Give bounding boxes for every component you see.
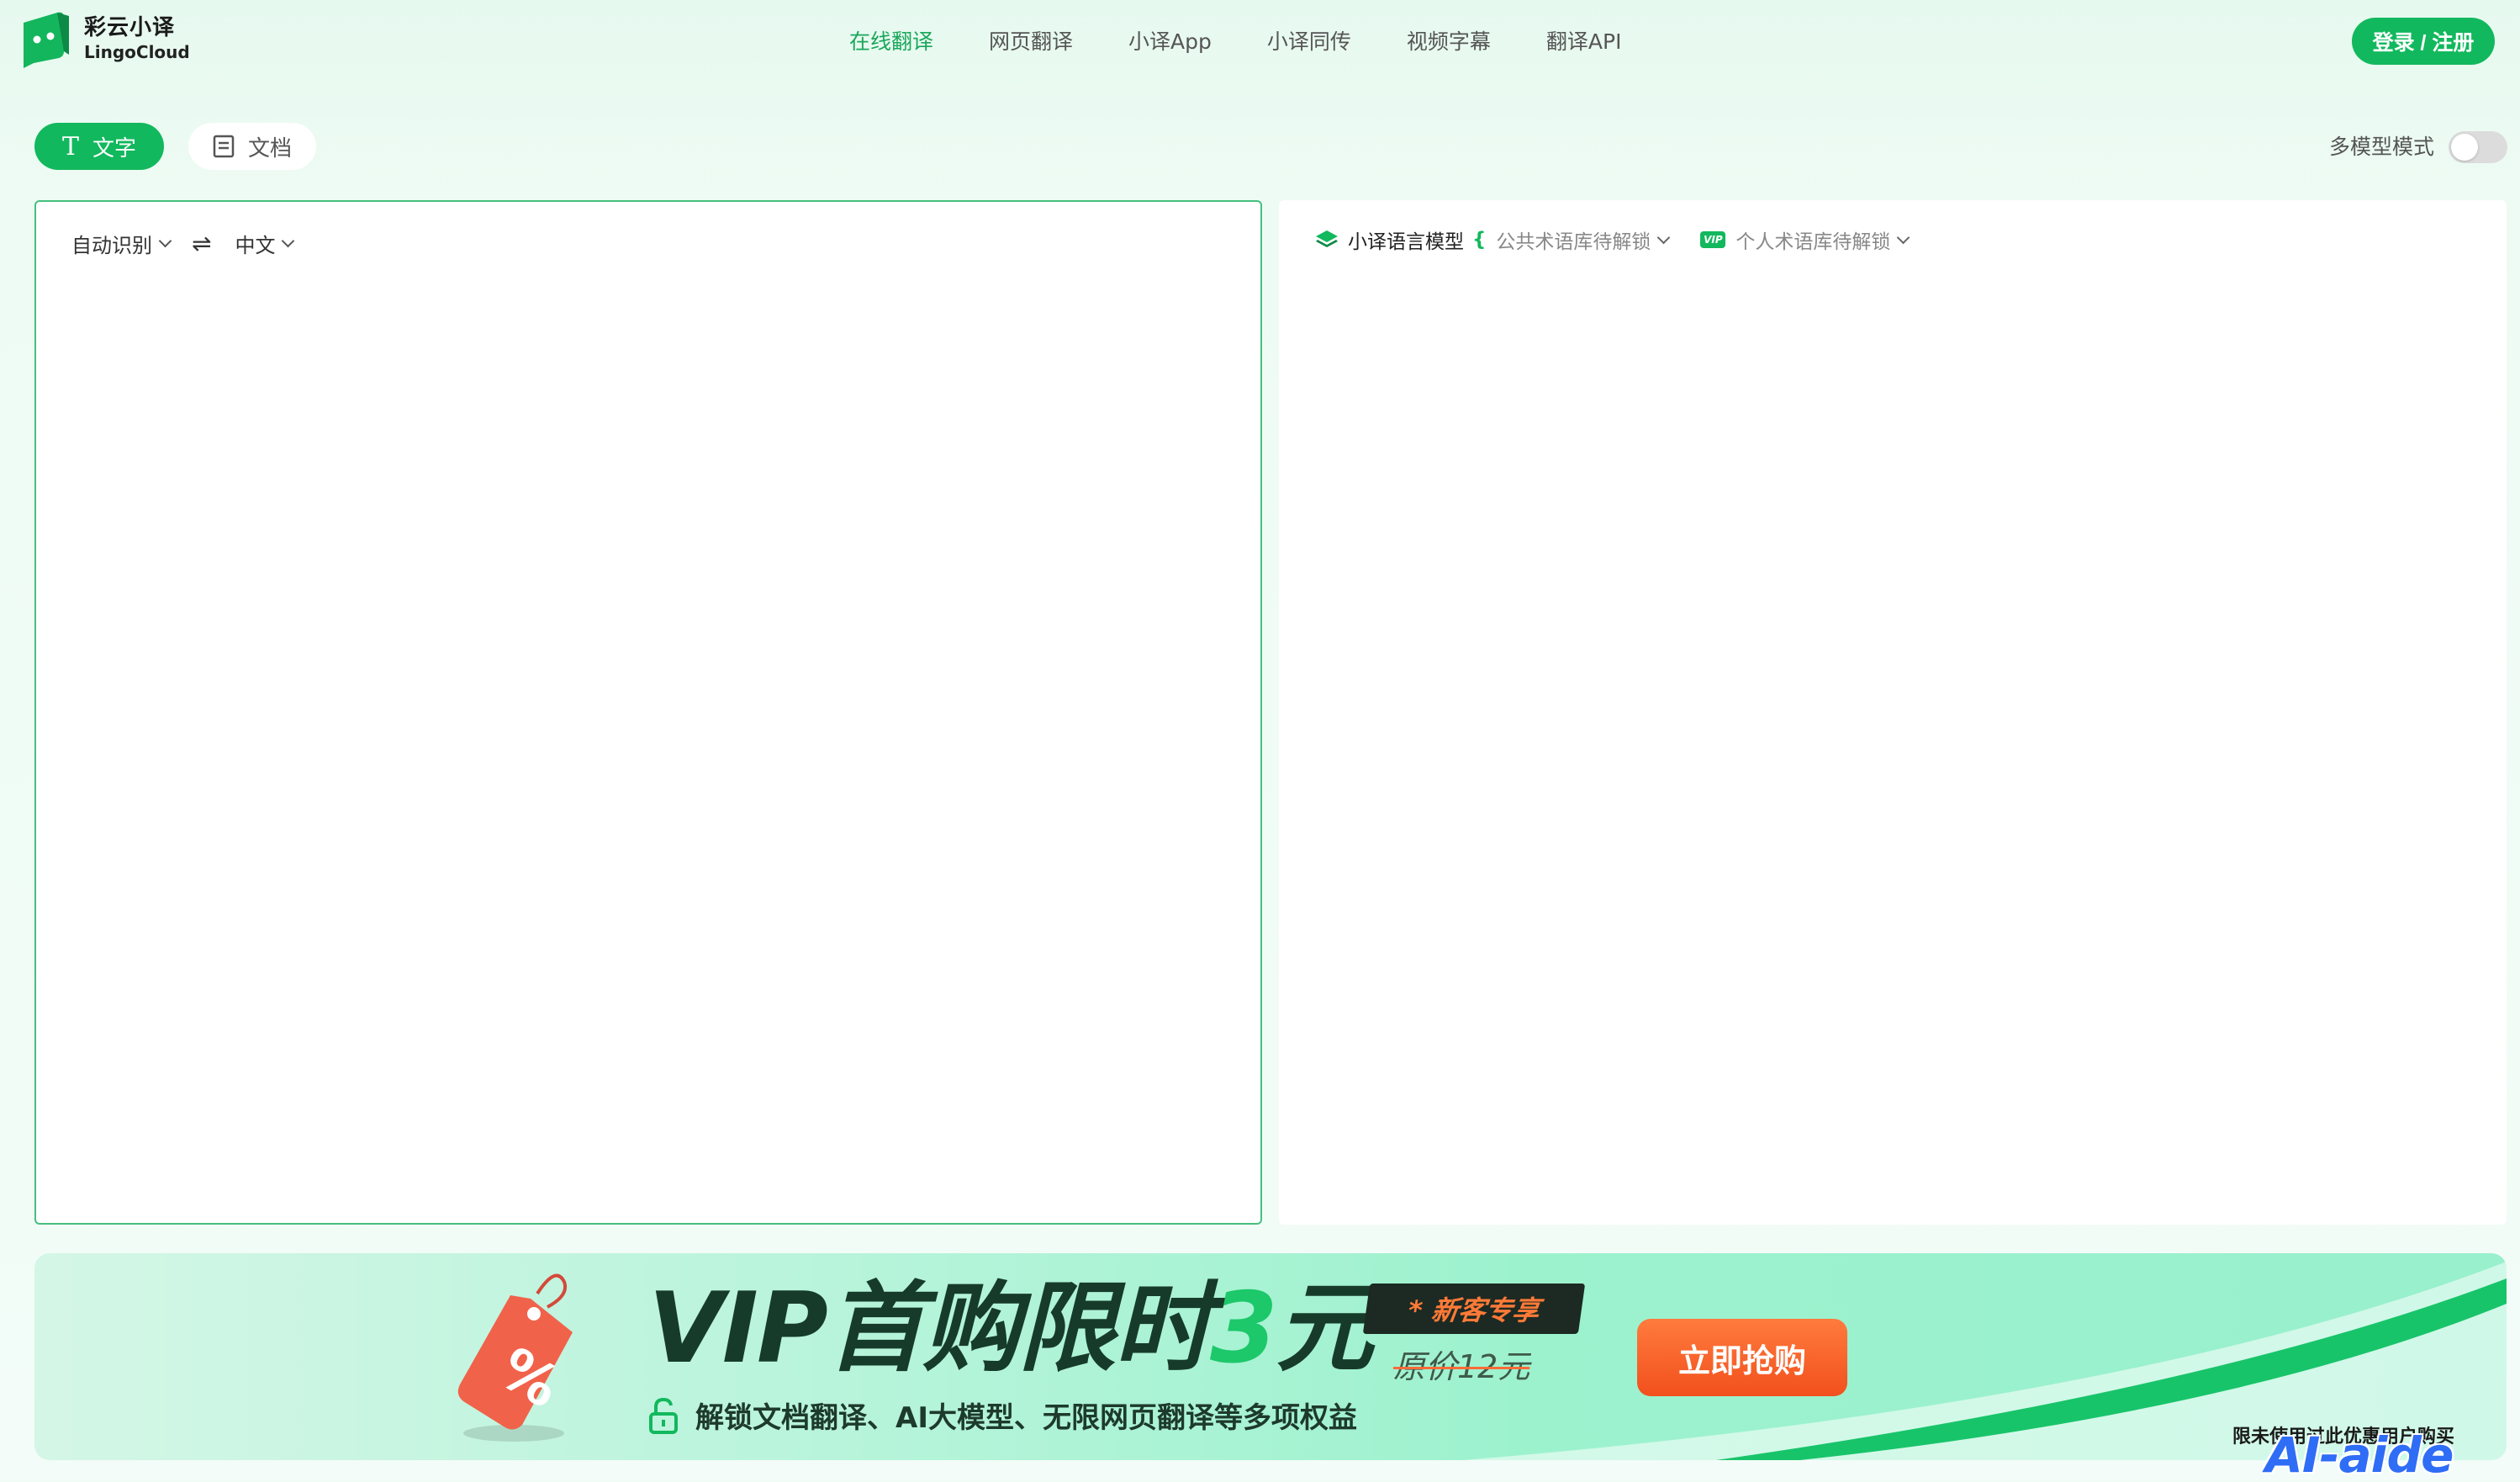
logo-chat-icon xyxy=(24,12,69,68)
source-text-input[interactable] xyxy=(71,278,1223,1203)
tab-document[interactable]: 文档 xyxy=(188,123,316,170)
top-nav: 在线翻译 网页翻译 小译App 小译同传 视频字幕 翻译API xyxy=(849,25,1677,59)
newbie-tag: * 新客专享 xyxy=(1362,1284,1586,1334)
bracket-icon: { xyxy=(1472,229,1487,251)
target-language-label: 中文 xyxy=(235,234,276,257)
chevron-down-icon xyxy=(1657,230,1671,244)
public-terms-select[interactable]: 公共术语库待解锁 xyxy=(1496,225,1671,254)
vip-badge-icon: VIP xyxy=(1700,231,1726,248)
nav-online-translate[interactable]: 在线翻译 xyxy=(849,25,933,59)
personal-terms-select[interactable]: 个人术语库待解锁 xyxy=(1735,225,1910,254)
nav-web-translate[interactable]: 网页翻译 xyxy=(989,25,1073,59)
chevron-down-icon xyxy=(1897,230,1910,244)
tab-text-label: 文字 xyxy=(92,135,137,161)
source-language-select[interactable]: 自动识别 xyxy=(71,229,172,258)
tab-text[interactable]: T 文字 xyxy=(34,123,164,170)
nav-simultaneous[interactable]: 小译同传 xyxy=(1267,25,1351,59)
logo-cn: 彩云小译 xyxy=(84,15,176,40)
public-terms-label: 公共术语库待解锁 xyxy=(1496,231,1651,253)
logo-text: 彩云小译 LingoCloud xyxy=(84,14,190,63)
logo-en: LingoCloud xyxy=(84,42,190,62)
chevron-down-icon xyxy=(282,234,295,248)
toggle-knob xyxy=(2451,134,2478,161)
promo-subtitle: 解锁文档翻译、AI大模型、无限网页翻译等多项权益 xyxy=(648,1395,1357,1436)
promo-title-number: 3 xyxy=(1209,1272,1278,1385)
original-price: 原价12元 xyxy=(1393,1348,1530,1385)
promo-title-prefix: VIP首购限时 xyxy=(648,1272,1212,1385)
nav-video-subtitle[interactable]: 视频字幕 xyxy=(1407,25,1491,59)
multi-model-label: 多模型模式 xyxy=(2329,135,2435,159)
promo-title: VIP首购限时3元 xyxy=(648,1270,1374,1388)
chevron-down-icon xyxy=(158,234,172,248)
document-icon xyxy=(213,135,235,158)
text-t-icon: T xyxy=(61,131,79,161)
layers-icon xyxy=(1316,230,1338,247)
multi-model-toggle[interactable] xyxy=(2449,131,2507,163)
source-language-label: 自动识别 xyxy=(71,234,152,257)
target-language-select[interactable]: 中文 xyxy=(235,229,295,258)
unlock-icon xyxy=(649,1397,678,1434)
personal-terms-label: 个人术语库待解锁 xyxy=(1735,231,1891,253)
swap-languages-icon[interactable]: ⇌ xyxy=(192,230,211,257)
buy-now-button[interactable]: 立即抢购 xyxy=(1637,1319,1847,1396)
vip-promo-banner[interactable]: % VIP首购限时3元 * 新客专享 原价12元 解锁文档翻译、AI大模型、无限… xyxy=(34,1253,2507,1460)
tab-document-label: 文档 xyxy=(247,135,292,161)
promo-title-suffix: 元 xyxy=(1276,1272,1374,1385)
nav-api[interactable]: 翻译API xyxy=(1546,25,1622,59)
promo-subtitle-text: 解锁文档翻译、AI大模型、无限网页翻译等多项权益 xyxy=(695,1401,1357,1435)
logo[interactable]: 彩云小译 LingoCloud xyxy=(20,8,190,69)
language-bar: 自动识别 ⇌ 中文 xyxy=(71,229,295,258)
nav-app[interactable]: 小译App xyxy=(1128,25,1212,59)
target-panel: 小译语言模型 { 公共术语库待解锁 VIP 个人术语库待解锁 xyxy=(1279,200,2507,1225)
login-register-button[interactable]: 登录 / 注册 xyxy=(2352,18,2495,65)
model-bar: 小译语言模型 { 公共术语库待解锁 VIP 个人术语库待解锁 xyxy=(1314,225,1910,254)
watermark: AI-aide xyxy=(2265,1426,2454,1482)
discount-tag-icon: % xyxy=(457,1273,573,1442)
model-select[interactable]: 小译语言模型 xyxy=(1348,225,1464,254)
source-panel: 自动识别 ⇌ 中文 xyxy=(34,200,1262,1225)
